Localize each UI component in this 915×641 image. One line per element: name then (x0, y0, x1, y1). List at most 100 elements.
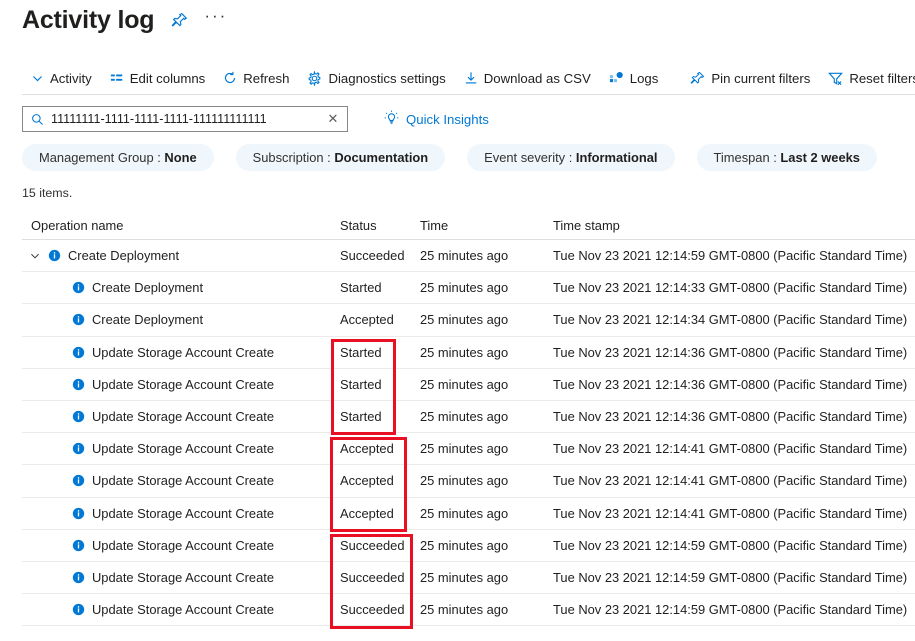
operation-name-label[interactable]: Create Deployment (92, 280, 203, 295)
filter-label: Timespan (714, 150, 770, 165)
operation-name-label[interactable]: Update Storage Account Create (92, 377, 274, 392)
activity-filter-button[interactable]: Activity (22, 63, 101, 93)
cell-time-stamp: Tue Nov 23 2021 12:14:36 GMT-0800 (Pacif… (553, 377, 915, 392)
table-row[interactable]: Update Storage Account CreateSucceeded25… (22, 530, 915, 562)
filter-pill-event-severity[interactable]: Event severity : Informational (467, 144, 674, 171)
search-input[interactable]: 11111111-1111-1111-1111-111111111111 ✕ (22, 106, 348, 132)
table-row[interactable]: Update Storage Account Create Accepted25 … (22, 465, 915, 497)
quick-insights-button[interactable]: Quick Insights (384, 110, 489, 128)
cell-operation-name: Create Deployment (22, 312, 340, 327)
chevron-down-icon (31, 72, 44, 85)
cell-status: Accepted (340, 506, 420, 521)
cell-time-stamp: Tue Nov 23 2021 12:14:59 GMT-0800 (Pacif… (553, 602, 915, 617)
cell-time-stamp: Tue Nov 23 2021 12:14:41 GMT-0800 (Pacif… (553, 506, 915, 521)
column-header-time-stamp[interactable]: Time stamp (553, 218, 915, 233)
pin-current-filters-button[interactable]: Pin current filters (681, 63, 819, 93)
pin-icon[interactable] (168, 9, 190, 31)
column-header-time[interactable]: Time (420, 218, 553, 233)
info-icon (72, 539, 85, 552)
diagnostics-settings-button[interactable]: Diagnostics settings (298, 63, 454, 93)
cell-time: 25 minutes ago (420, 602, 553, 617)
info-icon (72, 378, 85, 391)
column-header-operation-name[interactable]: Operation name (22, 218, 340, 233)
logs-button[interactable]: Logs (600, 63, 668, 93)
table-row[interactable]: Update Storage Account CreateAccepted25 … (22, 498, 915, 530)
edit-columns-button[interactable]: Edit columns (101, 63, 215, 93)
operation-name-label[interactable]: Update Storage Account Create (92, 570, 274, 585)
activity-log-table: Operation name Status Time Time stamp Cr… (22, 212, 915, 626)
cell-status: Succeeded (340, 538, 420, 553)
operation-name-label[interactable]: Update Storage Account Create (92, 441, 274, 456)
table-row[interactable]: Create DeploymentAccepted25 minutes agoT… (22, 304, 915, 336)
info-icon (72, 474, 85, 487)
filter-pill-management-group[interactable]: Management Group : None (22, 144, 214, 171)
filter-value: Documentation (334, 150, 428, 165)
filter-value: Last 2 weeks (780, 150, 860, 165)
cell-operation-name: Update Storage Account Create (22, 602, 340, 617)
info-icon (72, 281, 85, 294)
cell-status: Started (340, 280, 420, 295)
operation-name-label[interactable]: Update Storage Account Create (92, 409, 274, 424)
filter-label: Event severity (484, 150, 565, 165)
search-row: 11111111-1111-1111-1111-111111111111 ✕ Q… (22, 106, 489, 132)
command-bar-divider (22, 94, 915, 95)
activity-log-page: Activity log ··· Activity Edit columns (0, 0, 915, 641)
cell-time-stamp: Tue Nov 23 2021 12:14:59 GMT-0800 (Pacif… (553, 538, 915, 553)
activity-filter-label: Activity (50, 71, 92, 86)
cell-time: 25 minutes ago (420, 312, 553, 327)
table-header-row: Operation name Status Time Time stamp (22, 212, 915, 240)
cell-time-stamp: Tue Nov 23 2021 12:14:41 GMT-0800 (Pacif… (553, 441, 915, 456)
cell-operation-name: Update Storage Account Create (22, 441, 340, 456)
lightbulb-icon (384, 110, 399, 128)
edit-columns-label: Edit columns (130, 71, 206, 86)
cell-operation-name: Update Storage Account Create (22, 409, 340, 424)
table-row[interactable]: Update Storage Account CreateAccepted25 … (22, 433, 915, 465)
chevron-down-icon[interactable] (22, 250, 48, 262)
operation-name-label[interactable]: Update Storage Account Create (92, 602, 274, 617)
table-row[interactable]: Update Storage Account CreateSucceeded25… (22, 594, 915, 626)
download-icon (464, 71, 478, 85)
operation-name-label[interactable]: Update Storage Account Create (92, 345, 274, 360)
diagnostics-settings-label: Diagnostics settings (328, 71, 445, 86)
operation-name-label[interactable]: Update Storage Account Create (92, 538, 274, 553)
cell-operation-name: Update Storage Account Create (22, 570, 340, 585)
filter-pills: Management Group : None Subscription : D… (22, 144, 877, 171)
table-row[interactable]: Update Storage Account CreateStarted25 m… (22, 337, 915, 369)
download-csv-label: Download as CSV (484, 71, 591, 86)
cell-operation-name: Update Storage Account Create (22, 506, 340, 521)
refresh-button[interactable]: Refresh (214, 63, 298, 93)
filter-value: Informational (576, 150, 658, 165)
filter-pill-timespan[interactable]: Timespan : Last 2 weeks (697, 144, 877, 171)
operation-name-label[interactable]: Create Deployment (68, 248, 179, 263)
operation-name-label[interactable]: Update Storage Account Create (92, 506, 274, 521)
close-icon[interactable]: ✕ (325, 111, 341, 127)
reset-filters-button[interactable]: Reset filters (819, 63, 915, 93)
operation-name-label[interactable]: Create Deployment (92, 312, 203, 327)
table-row[interactable]: Create Deployment Succeeded25 minutes ago… (22, 240, 915, 272)
cell-time: 25 minutes ago (420, 473, 553, 488)
more-options-button[interactable]: ··· (204, 12, 227, 28)
table-row[interactable]: Create DeploymentStarted25 minutes agoTu… (22, 272, 915, 304)
info-icon (72, 410, 85, 423)
cell-operation-name: Update Storage Account Create (22, 473, 340, 488)
filter-pill-subscription[interactable]: Subscription : Documentation (236, 144, 446, 171)
cell-status: Succeeded (340, 248, 420, 263)
cell-status: Accepted (340, 312, 420, 327)
filter-value: None (164, 150, 196, 165)
column-header-status[interactable]: Status (340, 218, 420, 233)
table-row[interactable]: Update Storage Account CreateSucceeded25… (22, 562, 915, 594)
cell-time-stamp: Tue Nov 23 2021 12:14:41 GMT-0800 (Pacif… (553, 473, 915, 488)
table-body: Create DeploymentSucceeded25 minutes ago… (22, 240, 915, 626)
command-bar: Activity Edit columns Refresh (0, 62, 915, 94)
table-row[interactable]: Update Storage Account CreateStarted25 m… (22, 369, 915, 401)
download-csv-button[interactable]: Download as CSV (455, 63, 600, 93)
cell-time-stamp: Tue Nov 23 2021 12:14:59 GMT-0800 (Pacif… (553, 570, 915, 585)
filter-reset-icon (828, 71, 843, 86)
operation-name-label[interactable]: Update Storage Account Create (92, 473, 274, 488)
table-row[interactable]: Update Storage Account CreateStarted25 m… (22, 401, 915, 433)
search-icon (31, 113, 44, 126)
cell-status: Accepted (340, 473, 420, 488)
cell-time: 25 minutes ago (420, 345, 553, 360)
cell-time: 25 minutes ago (420, 248, 553, 263)
cell-status: Started (340, 409, 420, 424)
